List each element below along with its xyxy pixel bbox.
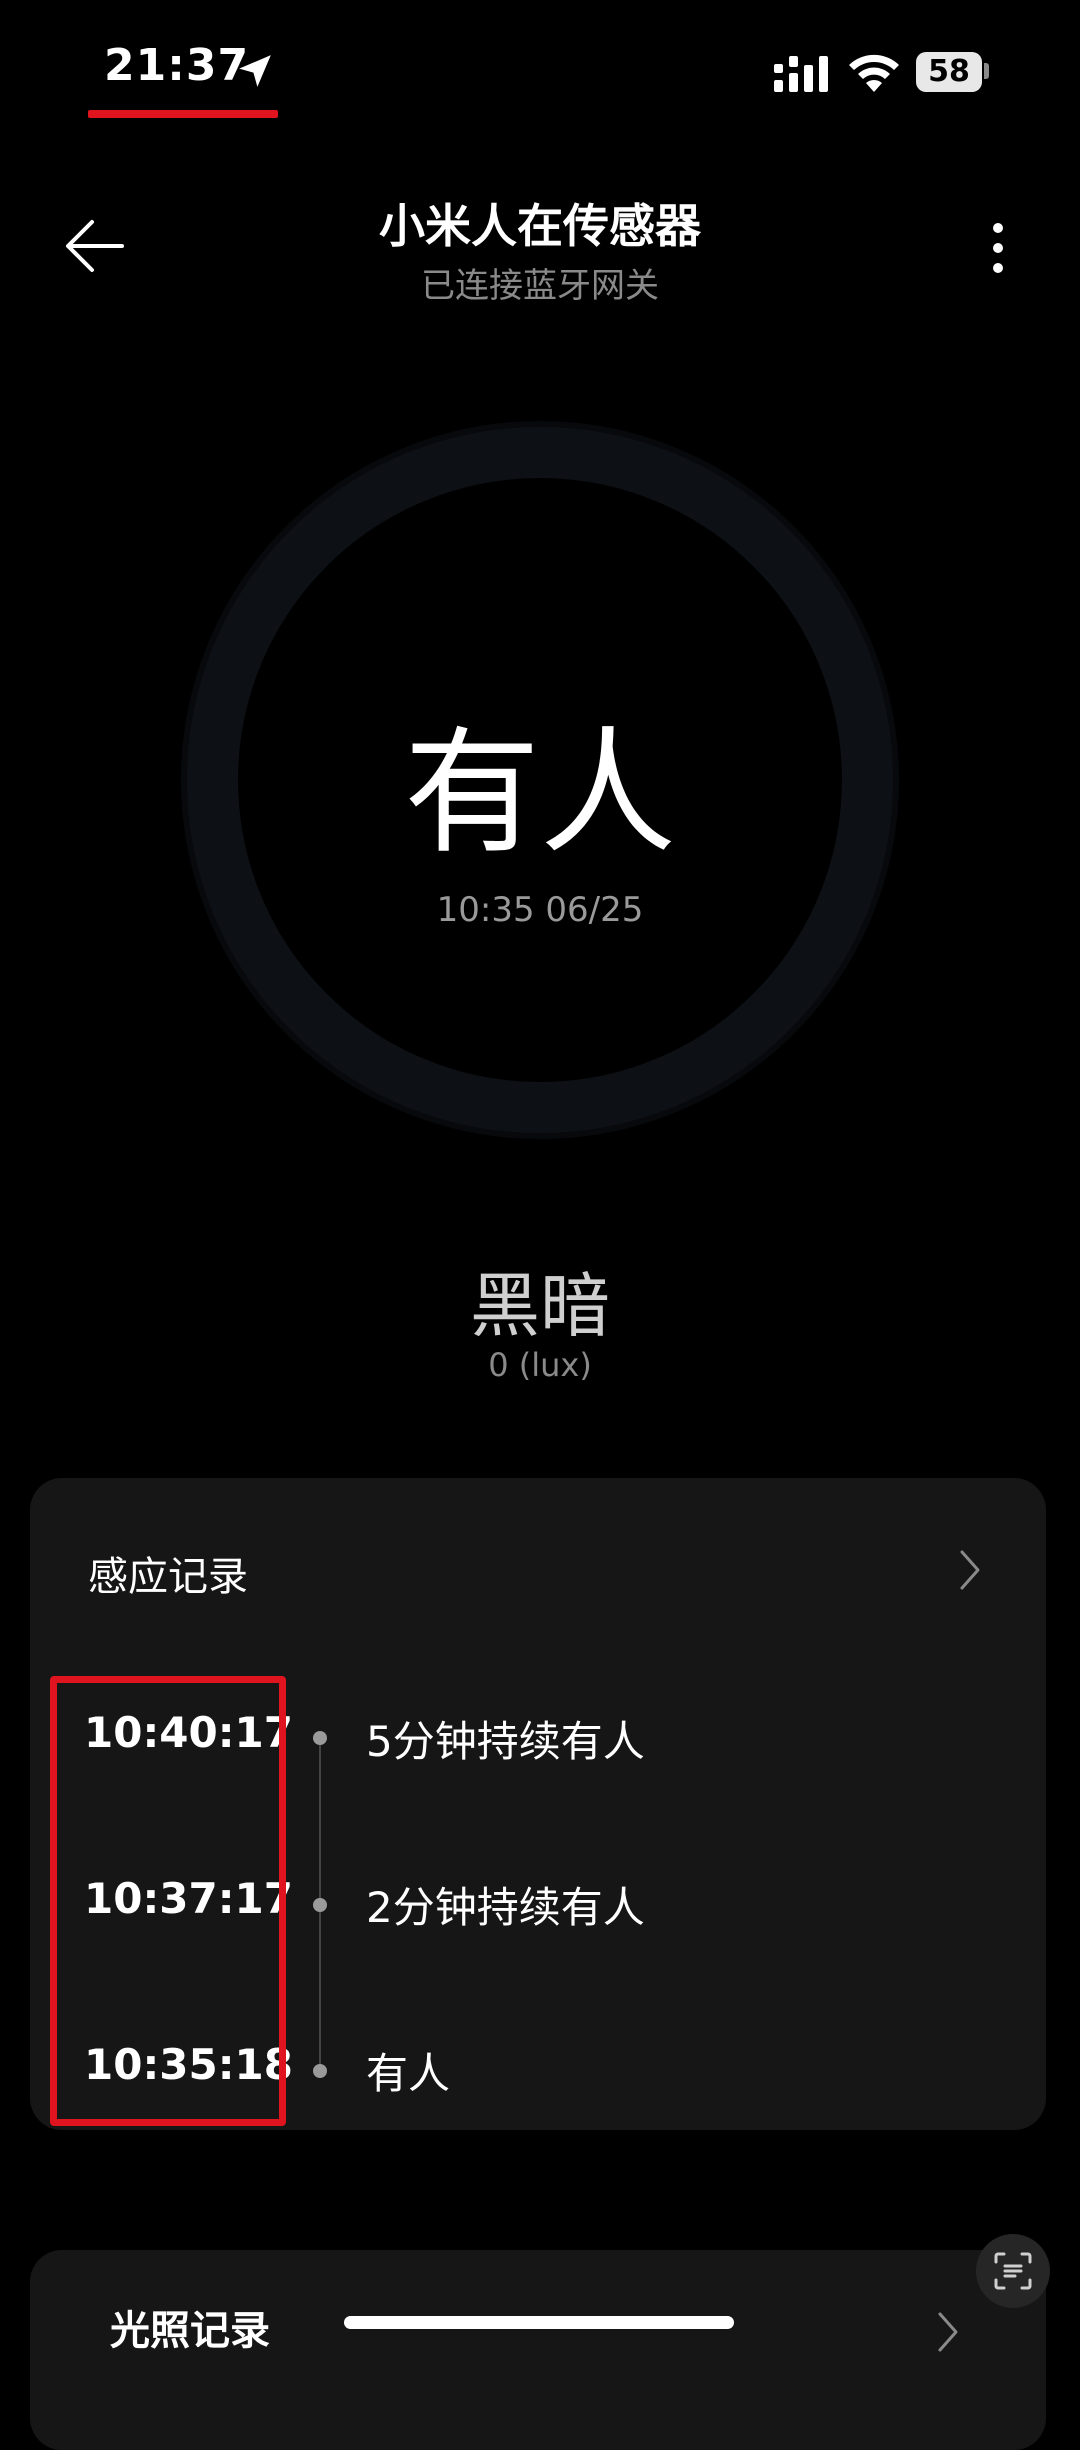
scan-text-icon: [994, 2252, 1032, 2290]
battery-tip: [984, 63, 989, 79]
page-title: 小米人在传感器: [379, 199, 701, 253]
more-vertical-icon[interactable]: [990, 220, 1006, 276]
light-records-title: 光照记录: [110, 2308, 270, 2354]
timeline-dot: [313, 1898, 327, 1912]
light-lux-value: 0 (lux): [488, 1346, 592, 1384]
status-time: 21:37: [104, 40, 250, 91]
battery-icon: 58: [916, 52, 982, 92]
record-label: 有人: [366, 2049, 451, 2098]
timeline-dot: [313, 1731, 327, 1745]
light-status: 黑暗: [470, 1265, 610, 1347]
sensing-records-title: 感应记录: [88, 1554, 248, 1600]
back-arrow-icon[interactable]: [64, 218, 124, 274]
signal-icon: [774, 56, 828, 92]
time-highlight-underline: [88, 110, 278, 118]
chevron-right-icon[interactable]: [934, 2310, 962, 2354]
record-label: 2分钟持续有人: [366, 1883, 645, 1932]
location-arrow-icon: [239, 55, 271, 87]
presence-status: 有人: [404, 715, 676, 873]
record-label: 5分钟持续有人: [366, 1717, 645, 1766]
connection-status: 已连接蓝牙网关: [421, 266, 659, 306]
home-indicator[interactable]: [344, 2316, 734, 2329]
timeline-dot: [313, 2064, 327, 2078]
chevron-right-icon[interactable]: [956, 1548, 984, 1592]
presence-timestamp: 10:35 06/25: [436, 890, 644, 930]
time-highlight-box: [50, 1676, 286, 2126]
wifi-icon: [849, 54, 899, 92]
